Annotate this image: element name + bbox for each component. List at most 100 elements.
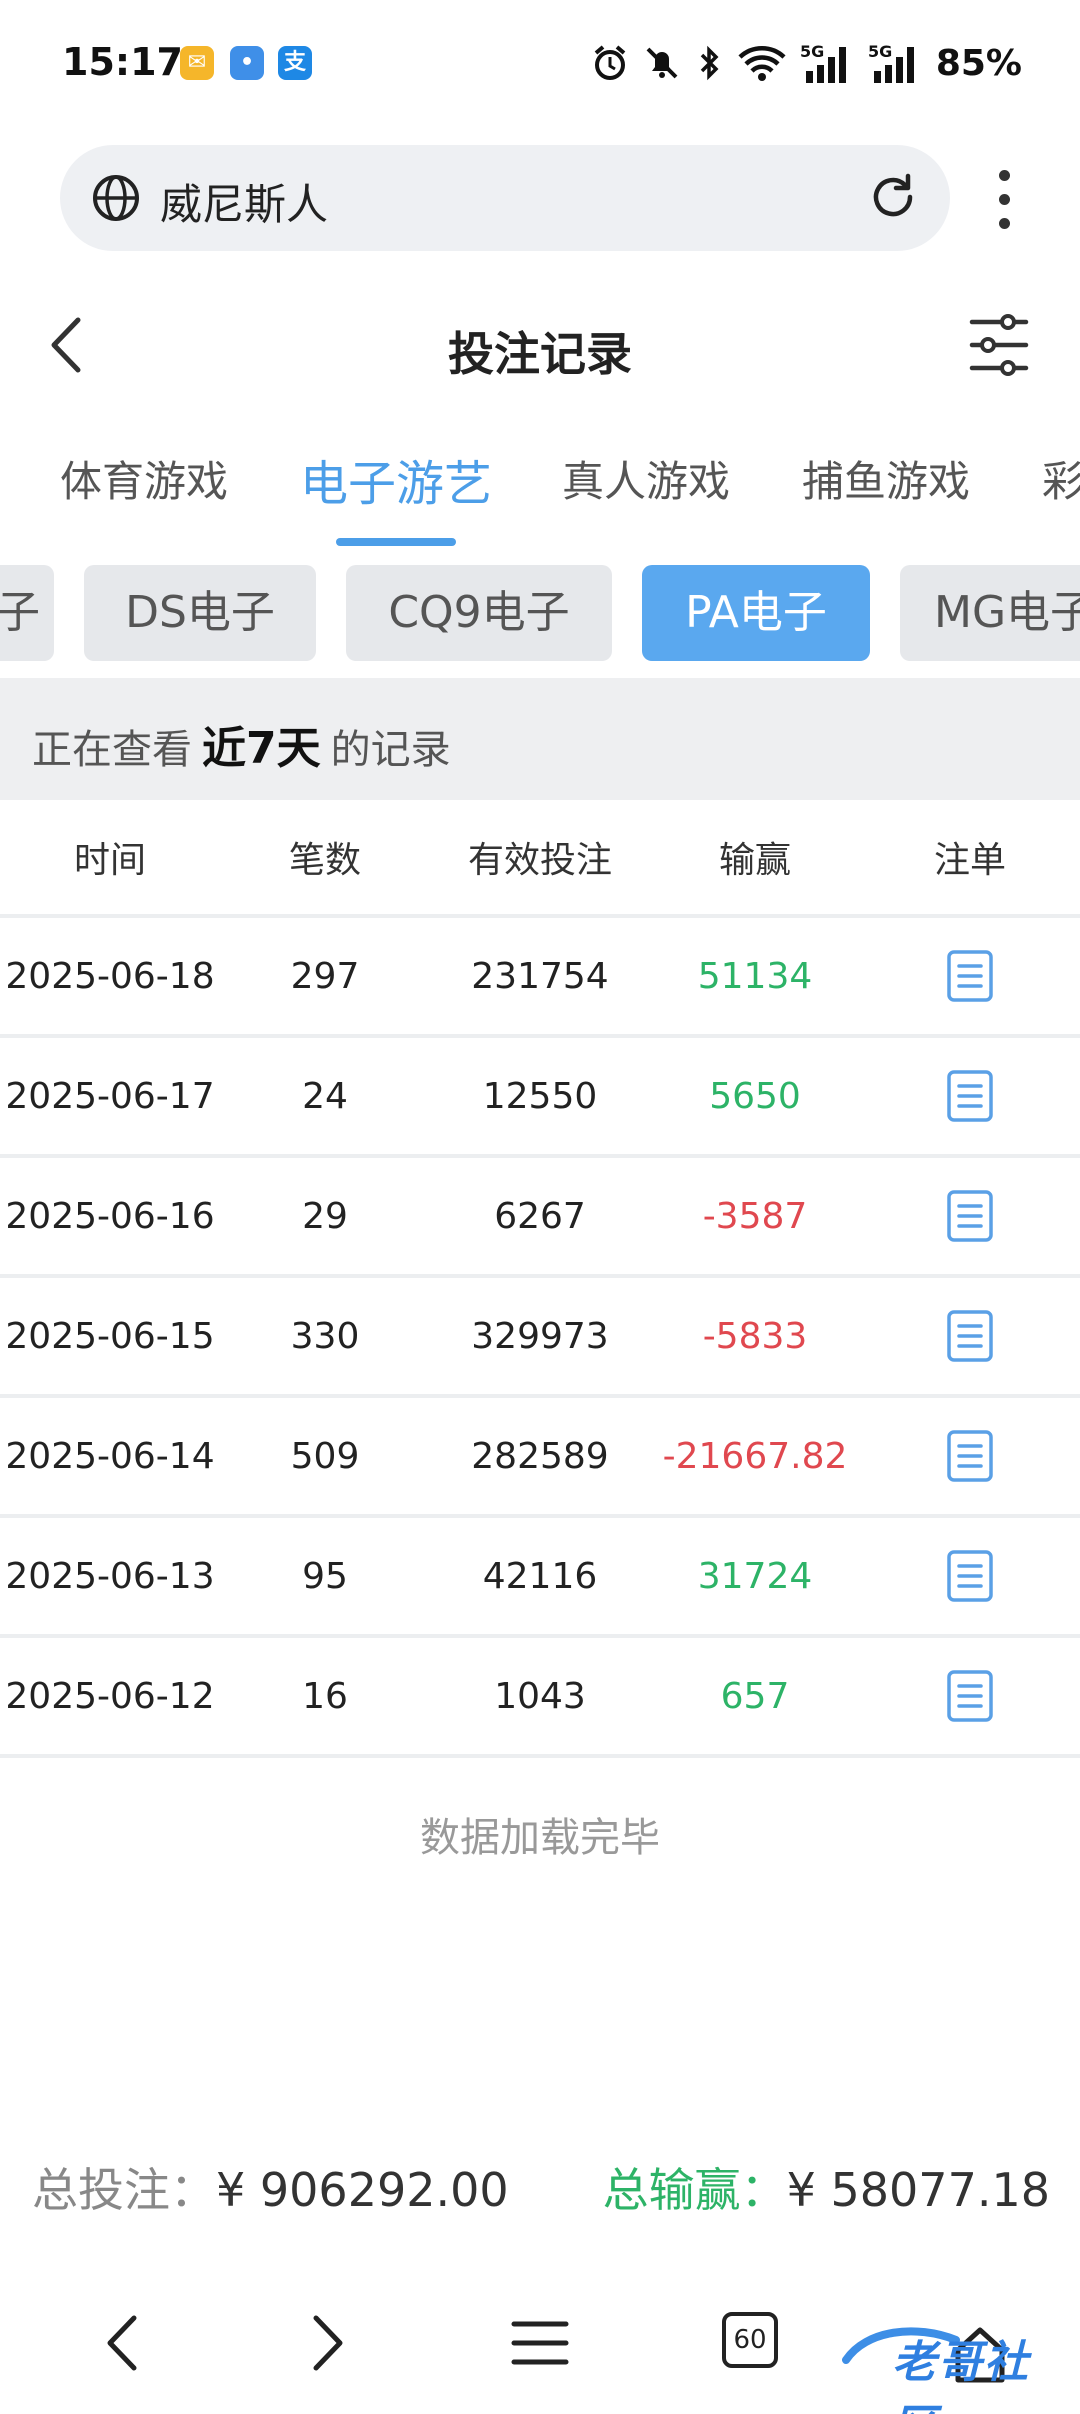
tab-sports[interactable]: 体育游戏	[60, 448, 228, 509]
header-slip: 注单	[933, 840, 1006, 881]
row-slip-cell	[860, 1518, 1080, 1634]
table-row: 2025-06-16 29 6267 -3587	[0, 1158, 1080, 1278]
provider-chips: 子 DS电子 CQ9电子 PA电子 MG电子	[0, 563, 1080, 663]
total-bet-label: 总投注：	[32, 2163, 216, 2217]
browser-bottom-nav: 60 老哥社区	[0, 2290, 1080, 2414]
signal-5g-icon: 5G	[800, 42, 846, 83]
reload-icon[interactable]	[866, 170, 920, 224]
period-suffix: 的记录	[330, 727, 451, 773]
row-valid-bet: 282589	[471, 1435, 609, 1477]
svg-text:5G: 5G	[868, 42, 892, 61]
row-count: 29	[302, 1195, 348, 1237]
load-complete-text: 数据加载完毕	[420, 1815, 660, 1861]
bet-record-table: 时间 笔数 有效投注 输赢 注单 2025-06-18 297 231754 5113…	[0, 800, 1080, 1758]
status-icons: 5G 5G 85%	[590, 40, 1022, 86]
table-row: 2025-06-18 297 231754 51134	[0, 918, 1080, 1038]
row-winloss: 31724	[697, 1555, 813, 1597]
total-winloss: 总输赢：¥ 58077.18	[603, 2154, 1050, 2220]
period-range: 近7天	[202, 723, 321, 774]
row-winloss: -5833	[702, 1315, 808, 1357]
row-slip-cell	[860, 1278, 1080, 1394]
chip-cq9[interactable]: CQ9电子	[346, 565, 612, 661]
tab-fishing[interactable]: 捕鱼游戏	[802, 448, 970, 509]
total-bet-value: ¥ 906292.00	[216, 2163, 509, 2217]
row-date: 2025-06-14	[5, 1435, 215, 1477]
row-winloss: 5650	[709, 1075, 801, 1117]
tab-slots[interactable]: 电子游艺	[300, 444, 492, 514]
nav-menu-icon[interactable]	[510, 2318, 570, 2368]
document-icon[interactable]	[946, 1549, 994, 1603]
row-valid-bet: 42116	[482, 1555, 598, 1597]
status-time: 15:17	[62, 40, 183, 84]
row-slip-cell	[860, 1038, 1080, 1154]
table-row: 2025-06-17 24 12550 5650	[0, 1038, 1080, 1158]
row-date: 2025-06-17	[5, 1075, 215, 1117]
total-winloss-value: ¥ 58077.18	[786, 2163, 1050, 2217]
chip-partial[interactable]: 子	[0, 565, 54, 661]
document-icon[interactable]	[946, 1669, 994, 1723]
row-valid-bet: 6267	[494, 1195, 586, 1237]
row-slip-cell	[860, 1398, 1080, 1514]
row-valid-bet: 1043	[494, 1675, 586, 1717]
chip-mg[interactable]: MG电子	[900, 565, 1080, 661]
row-date: 2025-06-16	[5, 1195, 215, 1237]
filter-settings-icon[interactable]	[968, 312, 1030, 378]
row-winloss: -21667.82	[662, 1435, 848, 1477]
row-slip-cell	[860, 1158, 1080, 1274]
header-valid-bet: 有效投注	[467, 840, 612, 881]
globe-icon	[93, 175, 139, 221]
period-banner: 正在查看 近7天 的记录	[0, 678, 1080, 800]
tab-lottery[interactable]: 彩	[1042, 448, 1080, 509]
tab-count-button[interactable]: 60	[722, 2312, 778, 2368]
document-icon[interactable]	[946, 1069, 994, 1123]
alipay-app-icon: 支	[278, 46, 312, 80]
total-bet: 总投注：¥ 906292.00	[32, 2154, 509, 2220]
total-winloss-label: 总输赢：	[602, 2163, 787, 2217]
active-tab-indicator	[336, 538, 456, 546]
period-prefix: 正在查看	[32, 727, 192, 773]
document-icon[interactable]	[946, 1309, 994, 1363]
nav-forward-icon[interactable]	[306, 2308, 350, 2378]
nav-back-icon[interactable]	[100, 2308, 144, 2378]
row-valid-bet: 231754	[471, 955, 609, 997]
row-date: 2025-06-13	[5, 1555, 215, 1597]
document-icon[interactable]	[946, 1429, 994, 1483]
row-date: 2025-06-15	[5, 1315, 215, 1357]
row-count: 330	[290, 1315, 360, 1357]
battery-level: 85%	[935, 42, 1022, 84]
row-slip-cell	[860, 1638, 1080, 1754]
document-icon[interactable]	[946, 949, 994, 1003]
more-menu-icon[interactable]	[988, 165, 1020, 235]
table-row: 2025-06-14 509 282589 -21667.82	[0, 1398, 1080, 1518]
row-date: 2025-06-12	[5, 1675, 215, 1717]
row-valid-bet: 329973	[471, 1315, 609, 1357]
svg-text:5G: 5G	[800, 42, 824, 61]
row-count: 95	[302, 1555, 348, 1597]
address-text: 威尼斯人	[160, 180, 329, 229]
row-slip-cell	[860, 918, 1080, 1034]
row-count: 24	[302, 1075, 348, 1117]
chip-pa[interactable]: PA电子	[642, 565, 870, 661]
row-count: 509	[290, 1435, 360, 1477]
alarm-icon	[594, 45, 626, 80]
totals-bar: 总投注：¥ 906292.00 总输赢：¥ 58077.18	[0, 2148, 1080, 2218]
feather-app-icon: •	[230, 46, 264, 80]
page-title: 投注记录	[448, 327, 632, 381]
table-header: 时间 笔数 有效投注 输赢 注单	[0, 800, 1080, 918]
row-valid-bet: 12550	[482, 1075, 598, 1117]
tab-live-casino[interactable]: 真人游戏	[562, 448, 730, 509]
chip-ds[interactable]: DS电子	[84, 565, 316, 661]
row-winloss: 51134	[697, 955, 813, 997]
watermark-logo: 老哥社区	[840, 2320, 1070, 2414]
header-time: 时间	[73, 840, 146, 881]
category-tabs: 体育游戏 电子游艺 真人游戏 捕鱼游戏 彩	[0, 440, 1080, 550]
mute-bell-icon	[646, 47, 678, 79]
status-bar: 15:17 ✉ • 支 5G 5G 85%	[0, 0, 1080, 130]
document-icon[interactable]	[946, 1189, 994, 1243]
header-winloss: 输赢	[718, 840, 791, 881]
address-bar[interactable]: 威尼斯人	[60, 145, 950, 251]
header-count: 笔数	[288, 840, 361, 881]
watermark-text: 老哥社区	[892, 2337, 1030, 2414]
wifi-icon	[738, 46, 786, 81]
row-date: 2025-06-18	[5, 955, 215, 997]
